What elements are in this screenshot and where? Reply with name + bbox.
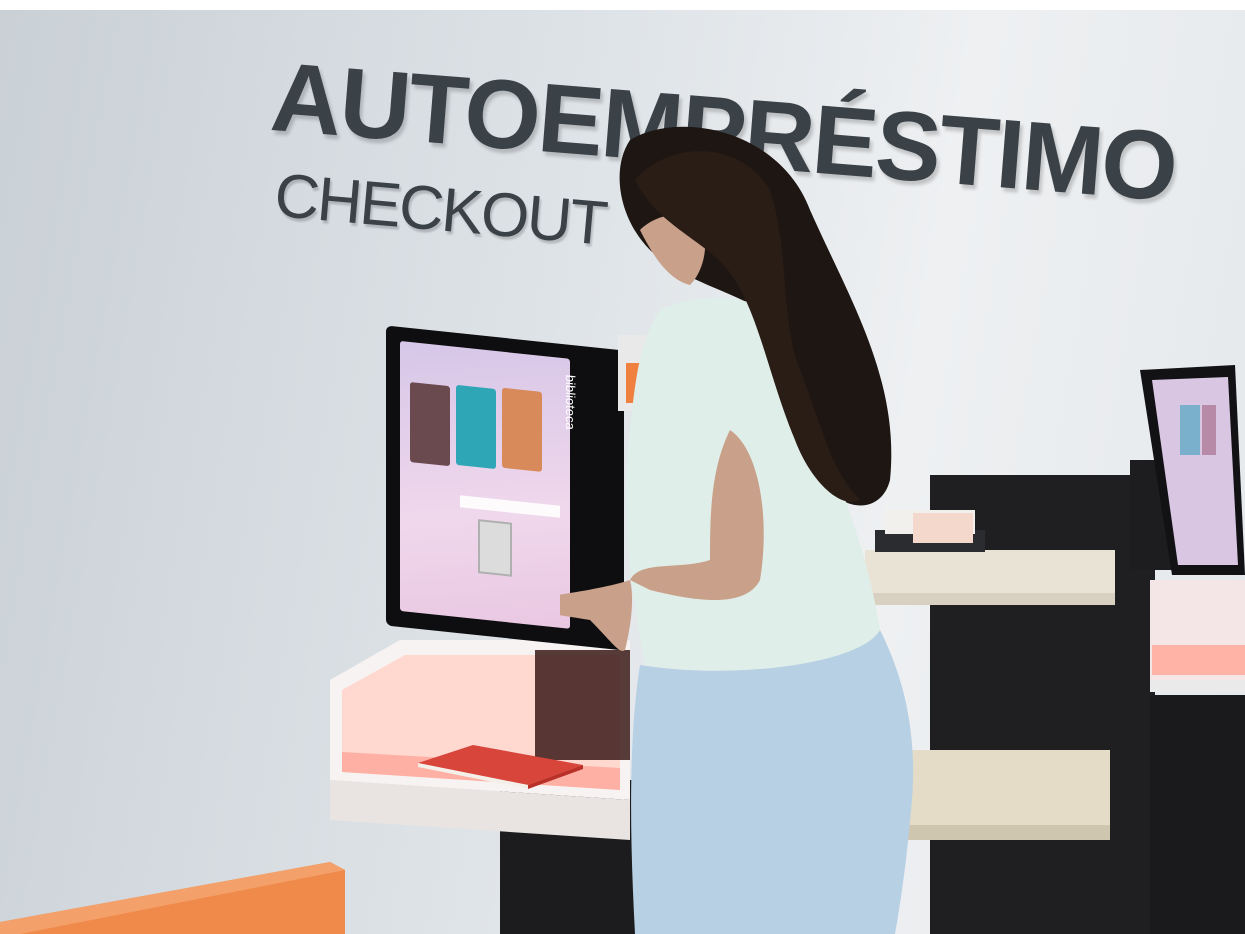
red-book xyxy=(418,745,583,789)
second-kiosk xyxy=(1130,365,1245,934)
woman-user xyxy=(560,126,914,934)
screen-kiosk-thumbnail xyxy=(478,519,512,577)
screen-card-2 xyxy=(456,384,496,470)
top-border xyxy=(0,0,1245,10)
screen-card-3 xyxy=(502,387,542,472)
screen-divider xyxy=(460,495,560,518)
orange-bench xyxy=(0,862,345,934)
kiosk-screen xyxy=(400,340,570,629)
screen-card-1 xyxy=(410,382,450,467)
photo-scene: AUTOEMPRÉSTIMO CHECKOUT biblioteca xyxy=(0,0,1245,934)
